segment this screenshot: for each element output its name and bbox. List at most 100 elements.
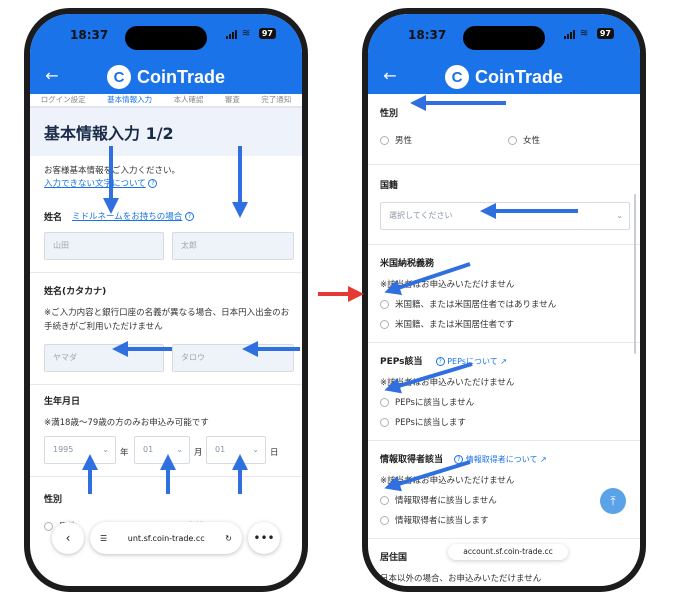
peps-note: ※該当者はお申込みいただけません <box>380 378 515 388</box>
kana-label: 姓名(カタカナ) <box>44 287 107 297</box>
url-chip[interactable]: account.sf.coin-trade.cc <box>448 544 568 560</box>
back-arrow-icon[interactable]: ← <box>380 66 400 86</box>
back-arrow-icon[interactable]: ← <box>42 66 62 86</box>
help-icon: ? <box>148 179 158 188</box>
year-value: 1995 <box>53 445 74 454</box>
browser-toolbar: ‹ ☰ unt.sf.coin-trade.cc ↻ ••• <box>52 520 280 556</box>
step-complete: 完了通知 <box>261 95 292 104</box>
year-select[interactable]: 1995 ⌄ <box>44 436 116 464</box>
external-link-icon: ↗ <box>540 455 547 464</box>
radio-circle <box>380 319 389 329</box>
right-phone: 18:37 ≋ 97 ← C CoinTrade 性別 男性 女性 国籍 選択し… <box>362 8 646 592</box>
year-unit: 年 <box>120 448 129 458</box>
external-link-icon: ↗ <box>500 357 507 366</box>
month-select[interactable]: 01 ⌄ <box>134 436 190 464</box>
us-tax-no-radio[interactable]: 米国籍、または米国居住者ではありません <box>380 298 556 310</box>
radio-circle <box>380 515 389 525</box>
info-getter-label: 情報取得者該当 ? 情報取得者について ↗ <box>380 452 547 465</box>
chevron-down-icon: ⌄ <box>176 445 183 454</box>
peps-info-link[interactable]: ? PEPsについて ↗ <box>435 357 507 366</box>
gender-male-radio[interactable]: 男性 <box>380 134 412 146</box>
divider <box>30 384 302 385</box>
us-tax-note: ※該当者はお申込みいただけません <box>380 280 515 290</box>
first-name-input[interactable]: 太郎 <box>172 232 294 260</box>
app-logo: C CoinTrade <box>444 65 563 89</box>
unusable-chars-link[interactable]: 入力できない文字について <box>44 179 146 189</box>
radio-label: 男性 <box>395 136 413 146</box>
radio-label: 情報取得者に該当しません <box>395 496 497 506</box>
status-icons: ≋ 97 <box>225 27 276 39</box>
scrollbar[interactable] <box>634 194 636 354</box>
radio-label: 米国籍、または米国居住者です <box>395 320 515 330</box>
page-menu-icon[interactable]: ☰ <box>100 534 107 543</box>
radio-circle <box>508 135 517 145</box>
reload-icon[interactable]: ↻ <box>225 534 232 543</box>
residence-note: 日本以外の場合、お申込みいただけません <box>380 574 542 584</box>
peps-label-text: PEPs該当 <box>380 357 423 367</box>
peps-no-radio[interactable]: PEPsに該当しません <box>380 396 474 408</box>
url-text: unt.sf.coin-trade.cc <box>127 533 205 543</box>
app-header: ← C CoinTrade <box>368 60 640 94</box>
comparison-stage: 18:37 ≋ 97 ← C CoinTrade ログイン設定 基本情報入力 本… <box>0 0 680 600</box>
day-select[interactable]: 01 ⌄ <box>206 436 266 464</box>
app-title: CoinTrade <box>136 66 225 87</box>
dynamic-island <box>125 26 207 50</box>
dynamic-island <box>463 26 545 50</box>
radio-circle <box>380 417 389 427</box>
day-unit: 日 <box>270 448 279 458</box>
info-getter-link[interactable]: ? 情報取得者について ↗ <box>454 455 547 464</box>
battery-icon: 97 <box>596 28 614 39</box>
chevron-down-icon: ⌄ <box>102 445 109 454</box>
divider <box>30 476 302 477</box>
residence-label: 居住国 <box>380 553 408 563</box>
scroll-to-top-icon[interactable]: ⤒ <box>600 488 626 514</box>
left-phone: 18:37 ≋ 97 ← C CoinTrade ログイン設定 基本情報入力 本… <box>24 8 308 592</box>
chevron-down-icon: ⌄ <box>616 211 623 220</box>
month-unit: 月 <box>194 448 203 458</box>
first-kana-input[interactable]: タロウ <box>172 344 294 372</box>
info-link-text: 情報取得者について <box>465 455 538 464</box>
right-screen: 18:37 ≋ 97 ← C CoinTrade 性別 男性 女性 国籍 選択し… <box>368 14 640 586</box>
us-tax-yes-radio[interactable]: 米国籍、または米国居住者です <box>380 318 514 330</box>
peps-yes-radio[interactable]: PEPsに該当します <box>380 416 466 428</box>
browser-back-icon[interactable]: ‹ <box>52 522 84 554</box>
step-identity: 本人確認 <box>173 95 204 104</box>
status-time: 18:37 <box>408 28 447 42</box>
dob-label: 生年月日 <box>44 397 81 407</box>
divider <box>30 272 302 273</box>
help-icon: ? <box>184 212 194 221</box>
radio-circle <box>380 397 389 407</box>
more-icon[interactable]: ••• <box>248 522 280 554</box>
nationality-select[interactable]: 選択してください ⌄ <box>380 202 630 230</box>
info-yes-radio[interactable]: 情報取得者に該当します <box>380 514 489 526</box>
kana-note: ※ご入力内容と銀行口座の名義が異なる場合、日本円入出金のお手続きがご利用いただけ… <box>44 308 290 332</box>
middle-name-link[interactable]: ミドルネームをお持ちの場合 <box>72 212 182 222</box>
peps-link-text: PEPsについて <box>447 357 498 366</box>
cointrade-logo-icon: C <box>444 65 469 89</box>
left-screen: 18:37 ≋ 97 ← C CoinTrade ログイン設定 基本情報入力 本… <box>30 14 302 586</box>
radio-label: 米国籍、または米国居住者ではありません <box>395 300 557 310</box>
app-logo: C CoinTrade <box>106 65 225 89</box>
divider <box>368 342 640 343</box>
divider <box>368 164 640 165</box>
wifi-icon: ≋ <box>579 27 589 39</box>
dob-note: ※満18歳〜79歳の方のみお申込み可能です <box>44 418 209 428</box>
help-icon: ? <box>454 455 464 464</box>
step-login: ログイン設定 <box>40 95 86 104</box>
last-name-input[interactable]: 山田 <box>44 232 164 260</box>
middle-name-row: ミドルネームをお持ちの場合 ? <box>72 210 194 222</box>
radio-circle <box>380 495 389 505</box>
info-no-radio[interactable]: 情報取得者に該当しません <box>380 494 497 506</box>
help-icon: ? <box>435 357 445 366</box>
wifi-icon: ≋ <box>241 27 251 39</box>
step-basic-info: 基本情報入力 <box>107 95 153 104</box>
last-kana-input[interactable]: ヤマダ <box>44 344 164 372</box>
divider <box>368 440 640 441</box>
address-bar[interactable]: ☰ unt.sf.coin-trade.cc ↻ <box>90 522 242 554</box>
progress-steps: ログイン設定 基本情報入力 本人確認 審査 完了通知 <box>30 94 302 108</box>
signal-icon <box>563 29 575 39</box>
divider <box>368 244 640 245</box>
month-value: 01 <box>143 445 154 454</box>
intro-text: お客様基本情報をご入力ください。 <box>44 166 181 176</box>
gender-female-radio[interactable]: 女性 <box>508 134 540 146</box>
